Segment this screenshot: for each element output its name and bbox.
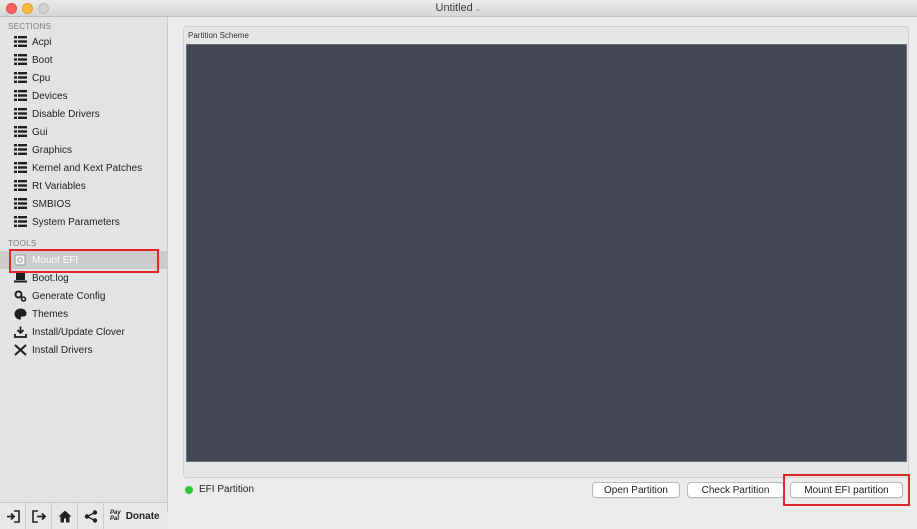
sidebar-item-smbios[interactable]: SMBIOS [0, 195, 167, 213]
palette-icon [14, 308, 28, 320]
sidebar-item-label: Boot.log [32, 272, 69, 284]
sidebar-item-graphics[interactable]: Graphics [0, 141, 167, 159]
sidebar-bottom-bar: Pay Pal Donate [0, 502, 167, 529]
list-icon [14, 54, 28, 66]
sidebar-item-generate-config[interactable]: Generate Config [0, 287, 167, 305]
sidebar-item-boot[interactable]: Boot [0, 51, 167, 69]
sidebar-item-label: Install Drivers [32, 344, 93, 356]
sidebar-item-rt-variables[interactable]: Rt Variables [0, 177, 167, 195]
sidebar-item-label: Cpu [32, 72, 51, 84]
sidebar-item-label: Disable Drivers [32, 108, 100, 120]
sidebar-item-label: Acpi [32, 36, 52, 48]
sidebar-item-gui[interactable]: Gui [0, 123, 167, 141]
export-button[interactable] [26, 503, 52, 529]
sidebar-item-devices[interactable]: Devices [0, 87, 167, 105]
list-icon [14, 90, 28, 102]
sidebar-item-label: Rt Variables [32, 180, 86, 192]
sidebar-item-cpu[interactable]: Cpu [0, 69, 167, 87]
check-partition-button[interactable]: Check Partition [687, 482, 784, 498]
main-footer: EFI Partition Open Partition Check Parti… [168, 472, 917, 512]
home-button[interactable] [52, 503, 78, 529]
partition-scheme-label: Partition Scheme [188, 31, 249, 40]
mount-efi-highlight [9, 249, 159, 273]
list-icon [14, 108, 28, 120]
efi-partition-label: EFI Partition [199, 484, 255, 495]
sidebar-item-install-update-clover[interactable]: Install/Update Clover [0, 323, 167, 341]
download-icon [14, 326, 28, 338]
list-icon [14, 126, 28, 138]
laptop-icon [14, 272, 28, 284]
list-icon [14, 72, 28, 84]
list-icon [14, 162, 28, 174]
home-icon [58, 510, 71, 522]
sidebar-item-disable-drivers[interactable]: Disable Drivers [0, 105, 167, 123]
list-icon [14, 36, 28, 48]
sidebar: SECTIONS Acpi Boot Cpu Devices Disable Drive… [0, 17, 168, 529]
app-window: Untitled ⌄ SECTIONS Acpi Boot Cpu Devices Dis… [0, 0, 917, 529]
sidebar-item-label: Install/Update Clover [32, 326, 125, 338]
list-icon [14, 216, 28, 228]
sidebar-item-kernel-and-kext-patches[interactable]: Kernel and Kext Patches [0, 159, 167, 177]
list-icon [14, 144, 28, 156]
tools-header: TOOLS [8, 239, 37, 248]
sidebar-item-label: Generate Config [32, 290, 106, 302]
status-indicator-dot [185, 486, 193, 494]
export-icon [31, 509, 46, 523]
list-icon [14, 198, 28, 210]
import-icon [6, 509, 20, 523]
paypal-bottom-text: Pal [110, 516, 120, 522]
sidebar-item-label: Devices [32, 90, 68, 102]
import-button[interactable] [0, 503, 26, 529]
sidebar-item-install-drivers[interactable]: Install Drivers [0, 341, 167, 359]
sidebar-item-label: Kernel and Kext Patches [32, 162, 143, 174]
sidebar-item-label: Gui [32, 126, 48, 138]
main-panel: Partition Scheme EFI Partition Open Part… [168, 17, 917, 512]
sidebar-item-themes[interactable]: Themes [0, 305, 167, 323]
sidebar-item-acpi[interactable]: Acpi [0, 33, 167, 51]
sidebar-item-label: Themes [32, 308, 69, 320]
share-icon [84, 509, 97, 523]
list-icon [14, 180, 28, 192]
sidebar-item-label: System Parameters [32, 216, 120, 228]
partition-scheme-view[interactable] [186, 44, 907, 462]
sidebar-item-label: SMBIOS [32, 198, 71, 210]
mount-button-highlight [783, 474, 910, 506]
sections-header: SECTIONS [8, 22, 52, 31]
sidebar-item-system-parameters[interactable]: System Parameters [0, 213, 167, 231]
window-title[interactable]: Untitled ⌄ [0, 2, 917, 14]
chevron-down-icon: ⌄ [474, 4, 482, 13]
window-title-text: Untitled [435, 2, 473, 14]
donate-label: Donate [125, 510, 160, 522]
title-bar: Untitled ⌄ [0, 0, 917, 17]
open-partition-button[interactable]: Open Partition [592, 482, 680, 498]
tools-icon [14, 344, 28, 356]
sidebar-item-label: Boot [32, 54, 53, 66]
gears-icon [14, 290, 28, 302]
sidebar-item-label: Graphics [32, 144, 73, 156]
share-button[interactable] [78, 503, 104, 529]
